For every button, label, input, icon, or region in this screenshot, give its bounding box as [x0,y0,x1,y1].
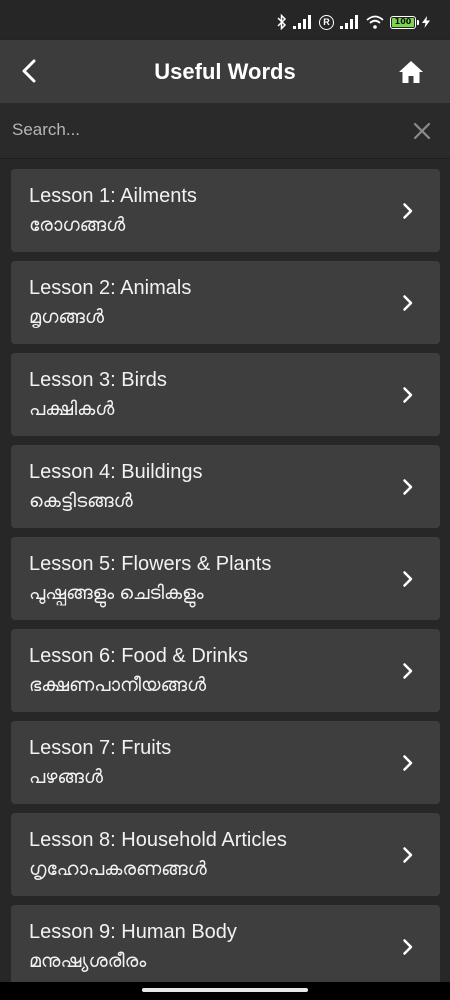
lesson-item-9[interactable]: Lesson 9: Human Body മനുഷ്യശരീരം [11,905,440,988]
home-indicator[interactable] [142,988,308,992]
lesson-title: Lesson 6: Food & Drinks [29,645,248,667]
lesson-title: Lesson 1: Ailments [29,185,197,207]
back-button[interactable] [12,54,46,88]
lesson-title: Lesson 3: Birds [29,369,167,391]
lesson-item-2[interactable]: Lesson 2: Animals മൃഗങ്ങൾ [11,261,440,344]
wifi-icon [366,15,384,29]
battery-level: 100 [392,17,414,27]
lesson-subtitle: ഭക്ഷണപാനീയങ്ങൾ [29,675,207,696]
lesson-item-8[interactable]: Lesson 8: Household Articles ഗൃഹോപകരണങ്ങ… [11,813,440,896]
chevron-right-icon [403,939,413,955]
lesson-item-4[interactable]: Lesson 4: Buildings കെട്ടിടങ്ങൾ [11,445,440,528]
lesson-list: Lesson 1: Ailments രോഗങ്ങൾ Lesson 2: Ani… [11,169,440,997]
back-arrow-icon [22,59,36,83]
roaming-icon: R [319,14,334,30]
lesson-item-6[interactable]: Lesson 6: Food & Drinks ഭക്ഷണപാനീയങ്ങൾ [11,629,440,712]
chevron-right-icon [403,755,413,771]
lesson-title: Lesson 5: Flowers & Plants [29,553,272,575]
home-button[interactable] [394,55,428,89]
signal-icon [340,15,358,29]
search-bar [0,103,450,159]
lesson-subtitle: പക്ഷികൾ [29,399,115,420]
lesson-title: Lesson 2: Animals [29,277,192,299]
chevron-right-icon [403,479,413,495]
app-bar: Useful Words [0,40,450,103]
lesson-item-7[interactable]: Lesson 7: Fruits പഴങ്ങൾ [11,721,440,804]
chevron-right-icon [403,203,413,219]
battery-icon: 100 [390,15,419,29]
lesson-item-3[interactable]: Lesson 3: Birds പക്ഷികൾ [11,353,440,436]
status-icons: R 100 [277,12,430,32]
lesson-title: Lesson 8: Household Articles [29,829,287,851]
charging-icon [422,16,430,28]
lesson-subtitle: കെട്ടിടങ്ങൾ [29,491,133,512]
chevron-right-icon [403,571,413,587]
search-input[interactable] [12,113,392,147]
chevron-right-icon [403,847,413,863]
lesson-subtitle: ഗൃഹോപകരണങ്ങൾ [29,859,207,880]
lesson-title: Lesson 9: Human Body [29,921,237,943]
lesson-subtitle: രോഗങ്ങൾ [29,215,126,236]
system-nav-bar [0,982,450,1000]
page-title: Useful Words [154,59,296,84]
chevron-right-icon [403,387,413,403]
close-icon[interactable] [412,121,432,141]
lesson-item-5[interactable]: Lesson 5: Flowers & Plants പുഷ്പങ്ങളും ച… [11,537,440,620]
chevron-right-icon [403,295,413,311]
lesson-subtitle: പുഷ്പങ്ങളും ചെടികളും [29,583,204,604]
status-bar: R 100 [0,0,450,40]
lesson-subtitle: മനുഷ്യശരീരം [29,951,147,972]
lesson-title: Lesson 4: Buildings [29,461,203,483]
signal-icon [293,15,311,29]
lesson-subtitle: മൃഗങ്ങൾ [29,307,104,328]
lesson-item-1[interactable]: Lesson 1: Ailments രോഗങ്ങൾ [11,169,440,252]
bluetooth-icon [277,14,287,30]
lesson-title: Lesson 7: Fruits [29,737,172,759]
chevron-right-icon [403,663,413,679]
home-icon [399,61,423,83]
lesson-subtitle: പഴങ്ങൾ [29,767,104,788]
